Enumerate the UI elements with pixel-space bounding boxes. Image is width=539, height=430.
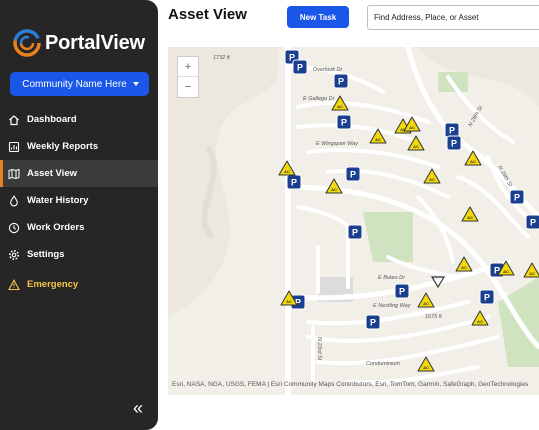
sidebar-item-label: Work Orders bbox=[27, 222, 85, 233]
parking-asset-marker[interactable]: P bbox=[336, 114, 352, 130]
svg-text:P: P bbox=[352, 228, 358, 238]
ac-asset-marker[interactable]: AC bbox=[455, 256, 473, 272]
street-label: E Nestling Way bbox=[373, 303, 412, 309]
zoom-in-button[interactable]: + bbox=[178, 57, 198, 77]
svg-text:P: P bbox=[451, 139, 457, 149]
svg-text:P: P bbox=[449, 126, 455, 136]
svg-text:AC: AC bbox=[413, 144, 419, 149]
sidebar-item-water-history[interactable]: Water History bbox=[0, 187, 158, 214]
sidebar-item-weekly-reports[interactable]: Weekly Reports bbox=[0, 133, 158, 160]
collapse-sidebar-button[interactable]: « bbox=[133, 398, 143, 419]
svg-text:P: P bbox=[484, 293, 490, 303]
asset-map[interactable]: Overlook Dr E Gallego Dr E Wingspan Way … bbox=[168, 47, 539, 395]
brand-name: PortalView bbox=[45, 31, 145, 54]
sidebar-item-dashboard[interactable]: Dashboard bbox=[0, 106, 158, 133]
parking-asset-marker[interactable]: P bbox=[286, 174, 302, 190]
svg-text:P: P bbox=[350, 170, 356, 180]
chevron-down-icon bbox=[133, 82, 139, 86]
parking-asset-marker[interactable]: P bbox=[525, 214, 539, 230]
elevation-label: 1675 ft bbox=[425, 314, 442, 320]
ac-asset-marker[interactable]: AC bbox=[417, 356, 435, 372]
parking-asset-marker[interactable]: P bbox=[479, 289, 495, 305]
sidebar-item-label: Dashboard bbox=[27, 114, 77, 125]
street-label: E Gallego Dr bbox=[303, 96, 336, 102]
svg-text:AC: AC bbox=[423, 301, 429, 306]
svg-text:AC: AC bbox=[423, 365, 429, 370]
svg-text:P: P bbox=[291, 178, 297, 188]
new-task-button[interactable]: New Task bbox=[287, 6, 349, 28]
street-label: N 23rd St bbox=[316, 337, 322, 361]
ac-asset-marker[interactable]: AC bbox=[417, 292, 435, 308]
svg-text:AC: AC bbox=[286, 299, 292, 304]
sidebar-item-label: Asset View bbox=[27, 168, 77, 179]
svg-text:P: P bbox=[530, 218, 536, 228]
parking-asset-marker[interactable]: P bbox=[365, 314, 381, 330]
reports-icon bbox=[8, 141, 20, 153]
gear-icon bbox=[8, 249, 20, 261]
map-attribution: Esri, NASA, NGA, USGS, FEMA | Esri Commu… bbox=[172, 381, 529, 388]
home-icon bbox=[8, 114, 20, 126]
water-drop-icon bbox=[8, 194, 20, 207]
svg-text:AC: AC bbox=[337, 104, 343, 109]
svg-text:AC: AC bbox=[467, 215, 473, 220]
sidebar: PortalView Community Name Here Dashboard… bbox=[0, 0, 158, 430]
search-input[interactable] bbox=[367, 5, 539, 30]
community-select[interactable]: Community Name Here bbox=[10, 72, 149, 96]
clock-icon bbox=[8, 222, 20, 234]
sidebar-item-label: Settings bbox=[27, 249, 65, 260]
community-select-label: Community Name Here bbox=[22, 78, 127, 90]
sidebar-item-label: Weekly Reports bbox=[27, 141, 99, 152]
svg-text:AC: AC bbox=[503, 269, 509, 274]
ac-asset-marker[interactable]: AC bbox=[423, 168, 441, 184]
sidebar-item-emergency[interactable]: Emergency bbox=[0, 271, 158, 298]
map-canvas[interactable]: Overlook Dr E Gallego Dr E Wingspan Way … bbox=[168, 47, 539, 395]
svg-text:AC: AC bbox=[470, 159, 476, 164]
street-label: E Buteo Dr bbox=[378, 275, 406, 281]
svg-text:AC: AC bbox=[284, 169, 290, 174]
svg-text:P: P bbox=[338, 77, 344, 87]
svg-text:AC: AC bbox=[529, 271, 535, 276]
zoom-out-button[interactable]: − bbox=[178, 77, 198, 97]
svg-text:AC: AC bbox=[429, 177, 435, 182]
portalview-logo-icon bbox=[13, 29, 41, 57]
street-label: Condominium bbox=[366, 361, 400, 367]
svg-text:P: P bbox=[370, 318, 376, 328]
street-label: Overlook Dr bbox=[313, 67, 344, 73]
parking-asset-marker[interactable]: P bbox=[509, 189, 525, 205]
parking-asset-marker[interactable]: P bbox=[394, 283, 410, 299]
parking-asset-marker[interactable]: P bbox=[333, 73, 349, 89]
parking-asset-marker[interactable]: P bbox=[345, 166, 361, 182]
ac-asset-marker[interactable]: AC bbox=[325, 178, 343, 194]
sidebar-item-asset-view[interactable]: Asset View bbox=[0, 160, 158, 187]
parking-asset-marker[interactable]: P bbox=[347, 224, 363, 240]
svg-text:AC: AC bbox=[409, 125, 415, 130]
warning-icon bbox=[8, 278, 20, 291]
svg-text:P: P bbox=[399, 287, 405, 297]
svg-text:P: P bbox=[341, 118, 347, 128]
svg-text:P: P bbox=[297, 63, 303, 73]
page-title: Asset View bbox=[168, 6, 247, 23]
svg-text:AC: AC bbox=[375, 137, 381, 142]
svg-text:AC: AC bbox=[461, 265, 467, 270]
parking-asset-marker[interactable]: P bbox=[292, 59, 308, 75]
ac-asset-marker[interactable]: AC bbox=[461, 206, 479, 222]
sidebar-nav: Dashboard Weekly Reports Asset View Wate… bbox=[0, 106, 158, 298]
ac-asset-marker[interactable]: AC bbox=[523, 262, 539, 278]
street-label: E Wingspan Way bbox=[316, 141, 359, 147]
sidebar-item-settings[interactable]: Settings bbox=[0, 241, 158, 268]
svg-text:AC: AC bbox=[477, 319, 483, 324]
sidebar-item-label: Water History bbox=[27, 195, 89, 206]
sidebar-item-label: Emergency bbox=[27, 279, 79, 290]
zoom-control: + − bbox=[177, 56, 199, 98]
svg-text:P: P bbox=[514, 193, 520, 203]
map-icon bbox=[8, 168, 20, 180]
parking-asset-marker[interactable]: P bbox=[444, 122, 460, 138]
parking-asset-marker[interactable]: P bbox=[446, 135, 462, 151]
ac-asset-marker[interactable]: AC bbox=[278, 160, 296, 176]
svg-text:AC: AC bbox=[331, 187, 337, 192]
elevation-label: 1732 ft bbox=[213, 55, 230, 61]
brand-logo[interactable]: PortalView bbox=[12, 28, 145, 58]
sidebar-item-work-orders[interactable]: Work Orders bbox=[0, 214, 158, 241]
